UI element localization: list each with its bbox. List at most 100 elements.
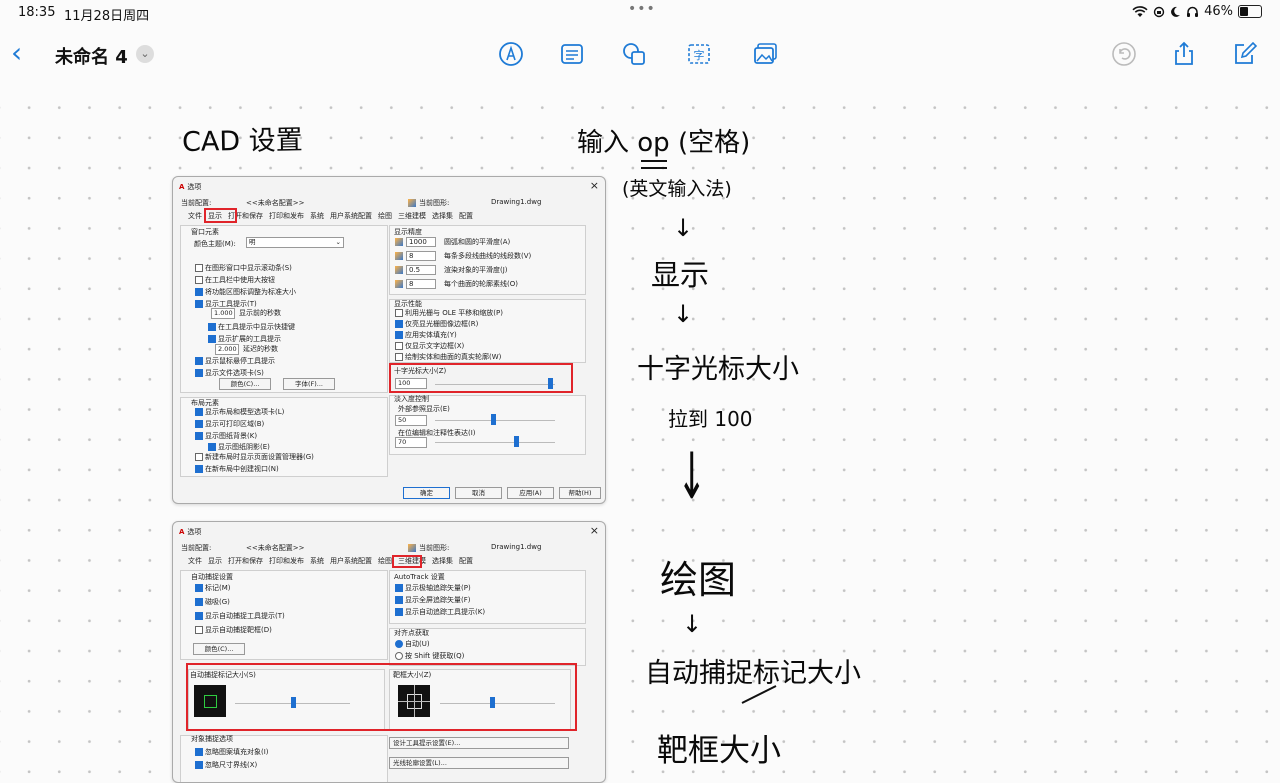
pen-markup-button[interactable] <box>497 40 525 68</box>
tab-6[interactable]: 绘图 <box>378 212 392 220</box>
colors-button[interactable]: 颜色(C)... <box>193 643 245 655</box>
inplace-input[interactable]: 70 <box>395 437 427 448</box>
tab-2[interactable]: 打开和保存 <box>228 557 263 565</box>
inplace-slider-thumb[interactable] <box>513 436 519 447</box>
multitasking-dots[interactable]: ••• <box>628 1 656 17</box>
tab-9[interactable]: 配置 <box>459 557 473 565</box>
color-scheme-select[interactable]: 明 ⌄ <box>246 237 344 248</box>
shapes-button[interactable] <box>620 40 648 68</box>
checkbox-icon[interactable] <box>195 288 203 296</box>
tab-3[interactable]: 打印和发布 <box>269 557 304 565</box>
undo-button[interactable] <box>1110 40 1138 68</box>
back-button[interactable]: ‹ <box>11 36 22 69</box>
resolution-value[interactable]: 8 <box>406 279 436 289</box>
tab-0[interactable]: 文件 <box>188 557 202 565</box>
xref-slider-thumb[interactable] <box>490 414 496 425</box>
tab-5[interactable]: 用户系统配置 <box>330 212 372 220</box>
radio-icon[interactable] <box>395 652 403 660</box>
tab-6[interactable]: 绘图 <box>378 557 392 565</box>
checkbox-icon[interactable] <box>395 353 403 361</box>
design-tooltip-settings-button[interactable]: 设计工具提示设置(E)... <box>389 737 569 749</box>
radio-option[interactable]: 按 Shift 键获取(Q) <box>395 650 464 662</box>
checkbox-row[interactable]: 显示自动追踪工具提示(K) <box>395 606 485 618</box>
resolution-value[interactable]: 1000 <box>406 237 436 247</box>
radio-icon[interactable] <box>395 640 403 648</box>
tab-9[interactable]: 配置 <box>459 212 473 220</box>
checkbox-row[interactable]: 磁吸(G) <box>195 595 285 609</box>
share-button[interactable] <box>1170 40 1198 68</box>
checkbox-row[interactable]: 显示可打印区域(B) <box>195 418 284 430</box>
checkbox-icon[interactable] <box>395 331 403 339</box>
tab-8[interactable]: 选择集 <box>432 557 453 565</box>
checkbox-row[interactable]: 显示自动捕捉靶框(D) <box>195 623 285 637</box>
tab-7[interactable]: 三维建模 <box>398 212 426 220</box>
tab-1[interactable]: 显示 <box>208 557 222 565</box>
lightglyph-settings-button[interactable]: 光线轮廓设置(L)... <box>389 757 569 769</box>
close-icon[interactable]: × <box>590 524 599 537</box>
checkbox-icon[interactable] <box>208 443 216 451</box>
checkbox-icon[interactable] <box>195 465 203 473</box>
tooltip-delay-input[interactable]: 1.000 <box>211 308 235 319</box>
checkbox-icon[interactable] <box>395 608 403 616</box>
colors-button[interactable]: 颜色(C)... <box>219 378 271 390</box>
checkbox-icon[interactable] <box>195 598 203 606</box>
fonts-button[interactable]: 字体(F)... <box>283 378 335 390</box>
checkbox-row[interactable]: 显示自动捕捉工具提示(T) <box>195 609 285 623</box>
checkbox-icon[interactable] <box>195 432 203 440</box>
checkbox-row[interactable]: 将功能区图标调整为标准大小 <box>195 286 296 298</box>
text-format-button[interactable] <box>558 40 586 68</box>
checkbox-icon[interactable] <box>195 408 203 416</box>
checkbox-row[interactable]: 显示极轴追踪矢量(P) <box>395 582 485 594</box>
radio-option[interactable]: 自动(U) <box>395 638 464 650</box>
ok-button[interactable]: 确定 <box>403 487 450 499</box>
checkbox-row[interactable]: 在工具提示中显示快捷键 <box>208 321 295 333</box>
tab-4[interactable]: 系统 <box>310 212 324 220</box>
checkbox-row[interactable]: 在新布局中创建视口(N) <box>195 463 314 475</box>
checkbox-row[interactable]: 绘制实体和曲面的真实轮廓(W) <box>395 352 503 363</box>
resolution-value[interactable]: 8 <box>406 251 436 261</box>
compose-button[interactable] <box>1231 40 1259 68</box>
checkbox-icon[interactable] <box>195 300 203 308</box>
resolution-value[interactable]: 0.5 <box>406 265 436 275</box>
tab-8[interactable]: 选择集 <box>432 212 453 220</box>
checkbox-icon[interactable] <box>195 761 203 769</box>
checkbox-icon[interactable] <box>195 453 203 461</box>
checkbox-icon[interactable] <box>195 264 203 272</box>
tab-4[interactable]: 系统 <box>310 557 324 565</box>
note-title[interactable]: 未命名 4 <box>55 43 128 69</box>
cancel-button[interactable]: 取消 <box>455 487 502 499</box>
title-menu-chevron-icon[interactable]: ⌄ <box>136 45 154 63</box>
checkbox-row[interactable]: 仅亮显光栅图像边框(R) <box>395 319 503 330</box>
checkbox-icon[interactable] <box>195 748 203 756</box>
tab-3[interactable]: 打印和发布 <box>269 212 304 220</box>
checkbox-icon[interactable] <box>195 626 203 634</box>
checkbox-icon[interactable] <box>195 357 203 365</box>
checkbox-icon[interactable] <box>395 342 403 350</box>
checkbox-icon[interactable] <box>395 309 403 317</box>
close-icon[interactable]: × <box>590 179 599 192</box>
checkbox-row[interactable]: 在图形窗口中显示滚动条(S) <box>195 262 296 274</box>
inplace-slider-track[interactable] <box>435 442 555 443</box>
insert-media-button[interactable] <box>752 40 780 68</box>
checkbox-row[interactable]: 忽略图案填充对象(I) <box>195 746 269 759</box>
checkbox-icon[interactable] <box>195 369 203 377</box>
checkbox-row[interactable]: 标记(M) <box>195 581 285 595</box>
checkbox-icon[interactable] <box>208 335 216 343</box>
checkbox-icon[interactable] <box>195 276 203 284</box>
checkbox-row[interactable]: 应用实体填充(Y) <box>395 330 503 341</box>
checkbox-row[interactable]: 在工具栏中使用大按钮 <box>195 274 296 286</box>
text-box-button[interactable]: 字 <box>685 40 713 68</box>
checkbox-icon[interactable] <box>395 584 403 592</box>
checkbox-row[interactable]: 忽略尺寸界线(X) <box>195 759 269 772</box>
apply-button[interactable]: 应用(A) <box>507 487 554 499</box>
checkbox-icon[interactable] <box>395 320 403 328</box>
ext-delay-input[interactable]: 2.000 <box>215 344 239 355</box>
checkbox-icon[interactable] <box>208 323 216 331</box>
checkbox-row[interactable]: 仅显示文字边框(X) <box>395 341 503 352</box>
checkbox-row[interactable]: 显示全屏追踪矢量(F) <box>395 594 485 606</box>
help-button[interactable]: 帮助(H) <box>559 487 601 499</box>
checkbox-icon[interactable] <box>395 596 403 604</box>
checkbox-row[interactable]: 显示图纸背景(K) <box>195 430 284 442</box>
tab-5[interactable]: 用户系统配置 <box>330 557 372 565</box>
xref-input[interactable]: 50 <box>395 415 427 426</box>
